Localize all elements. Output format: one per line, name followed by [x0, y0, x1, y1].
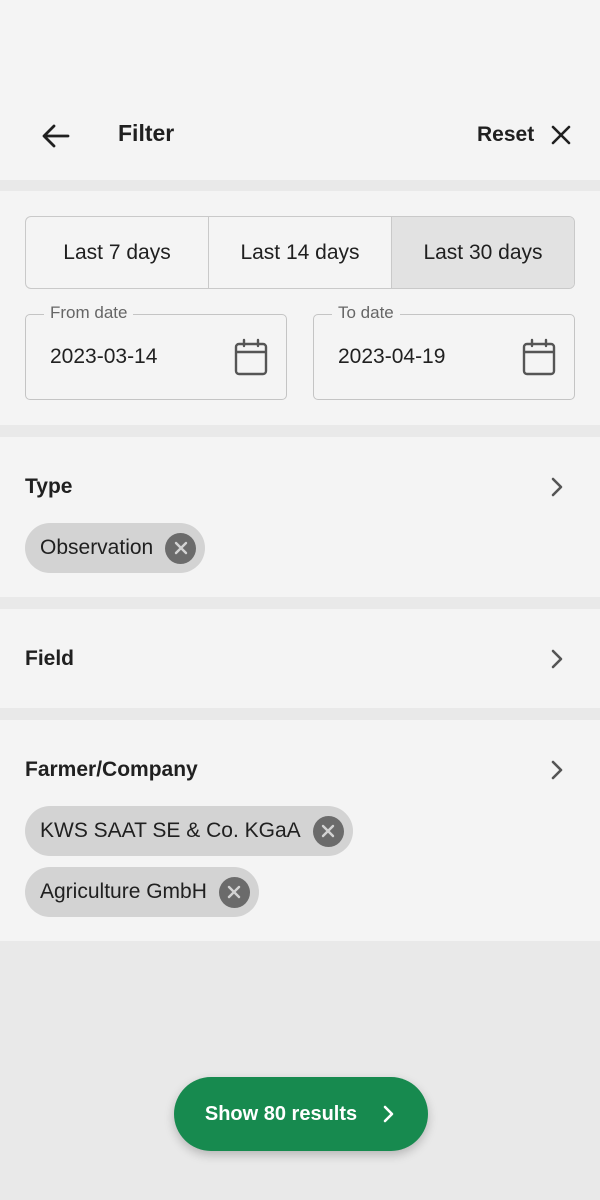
- to-date-value: 2023-04-19: [338, 345, 446, 368]
- chip-remove-button[interactable]: [312, 815, 344, 847]
- field-expand-button[interactable]: [543, 645, 571, 673]
- app-header: Filter Reset: [0, 0, 600, 180]
- from-date-value: 2023-03-14: [50, 345, 158, 368]
- farmer-company-section[interactable]: Farmer/Company KWS SAAT SE & Co. KGaA Ag…: [0, 720, 600, 941]
- to-date-field[interactable]: To date 2023-04-19: [313, 303, 575, 400]
- close-button[interactable]: [544, 118, 578, 152]
- show-results-label: Show 80 results: [204, 1102, 358, 1125]
- close-icon: [174, 541, 187, 555]
- field-section[interactable]: Field: [0, 609, 600, 708]
- farmer-company-title: Farmer/Company: [25, 758, 198, 781]
- reset-button[interactable]: Reset: [477, 123, 534, 147]
- chip-remove-button[interactable]: [218, 876, 250, 908]
- to-date-label: To date: [332, 303, 400, 323]
- close-icon: [551, 125, 571, 145]
- close-icon: [228, 885, 241, 899]
- chip-label: Agriculture GmbH: [40, 880, 207, 903]
- calendar-icon[interactable]: [234, 338, 268, 376]
- farmer-chip-kws: KWS SAAT SE & Co. KGaA: [25, 806, 353, 856]
- page-title: Filter: [118, 120, 175, 146]
- farmer-company-expand-button[interactable]: [543, 756, 571, 784]
- from-date-field[interactable]: From date 2023-03-14: [25, 303, 287, 400]
- type-section[interactable]: Type Observation: [0, 437, 600, 597]
- type-expand-button[interactable]: [543, 473, 571, 501]
- calendar-icon[interactable]: [522, 338, 556, 376]
- preset-last-14-days[interactable]: Last 14 days: [208, 217, 391, 288]
- type-title: Type: [25, 475, 73, 498]
- type-chip-observation: Observation: [25, 523, 206, 573]
- chevron-right-icon: [383, 1105, 394, 1123]
- preset-last-30-days[interactable]: Last 30 days: [391, 217, 574, 288]
- date-range-section: Last 7 days Last 14 days Last 30 days Fr…: [0, 191, 600, 425]
- back-button[interactable]: [34, 114, 78, 158]
- chip-label: Observation: [40, 536, 154, 559]
- chip-remove-button[interactable]: [165, 532, 197, 564]
- chip-label: KWS SAAT SE & Co. KGaA: [40, 819, 301, 842]
- from-date-label: From date: [44, 303, 134, 323]
- show-results-button[interactable]: Show 80 results: [174, 1077, 428, 1151]
- farmer-chip-agriculture: Agriculture GmbH: [25, 867, 259, 917]
- chevron-right-icon: [551, 760, 563, 780]
- preset-last-7-days[interactable]: Last 7 days: [26, 217, 208, 288]
- filter-screen: Filter Reset Last 7 days Last 14 days La…: [0, 0, 600, 1200]
- arrow-left-icon: [42, 124, 70, 148]
- chevron-right-icon: [551, 649, 563, 669]
- date-preset-selector: Last 7 days Last 14 days Last 30 days: [25, 216, 575, 289]
- chevron-right-icon: [551, 477, 563, 497]
- field-title: Field: [25, 647, 75, 670]
- close-icon: [321, 824, 335, 838]
